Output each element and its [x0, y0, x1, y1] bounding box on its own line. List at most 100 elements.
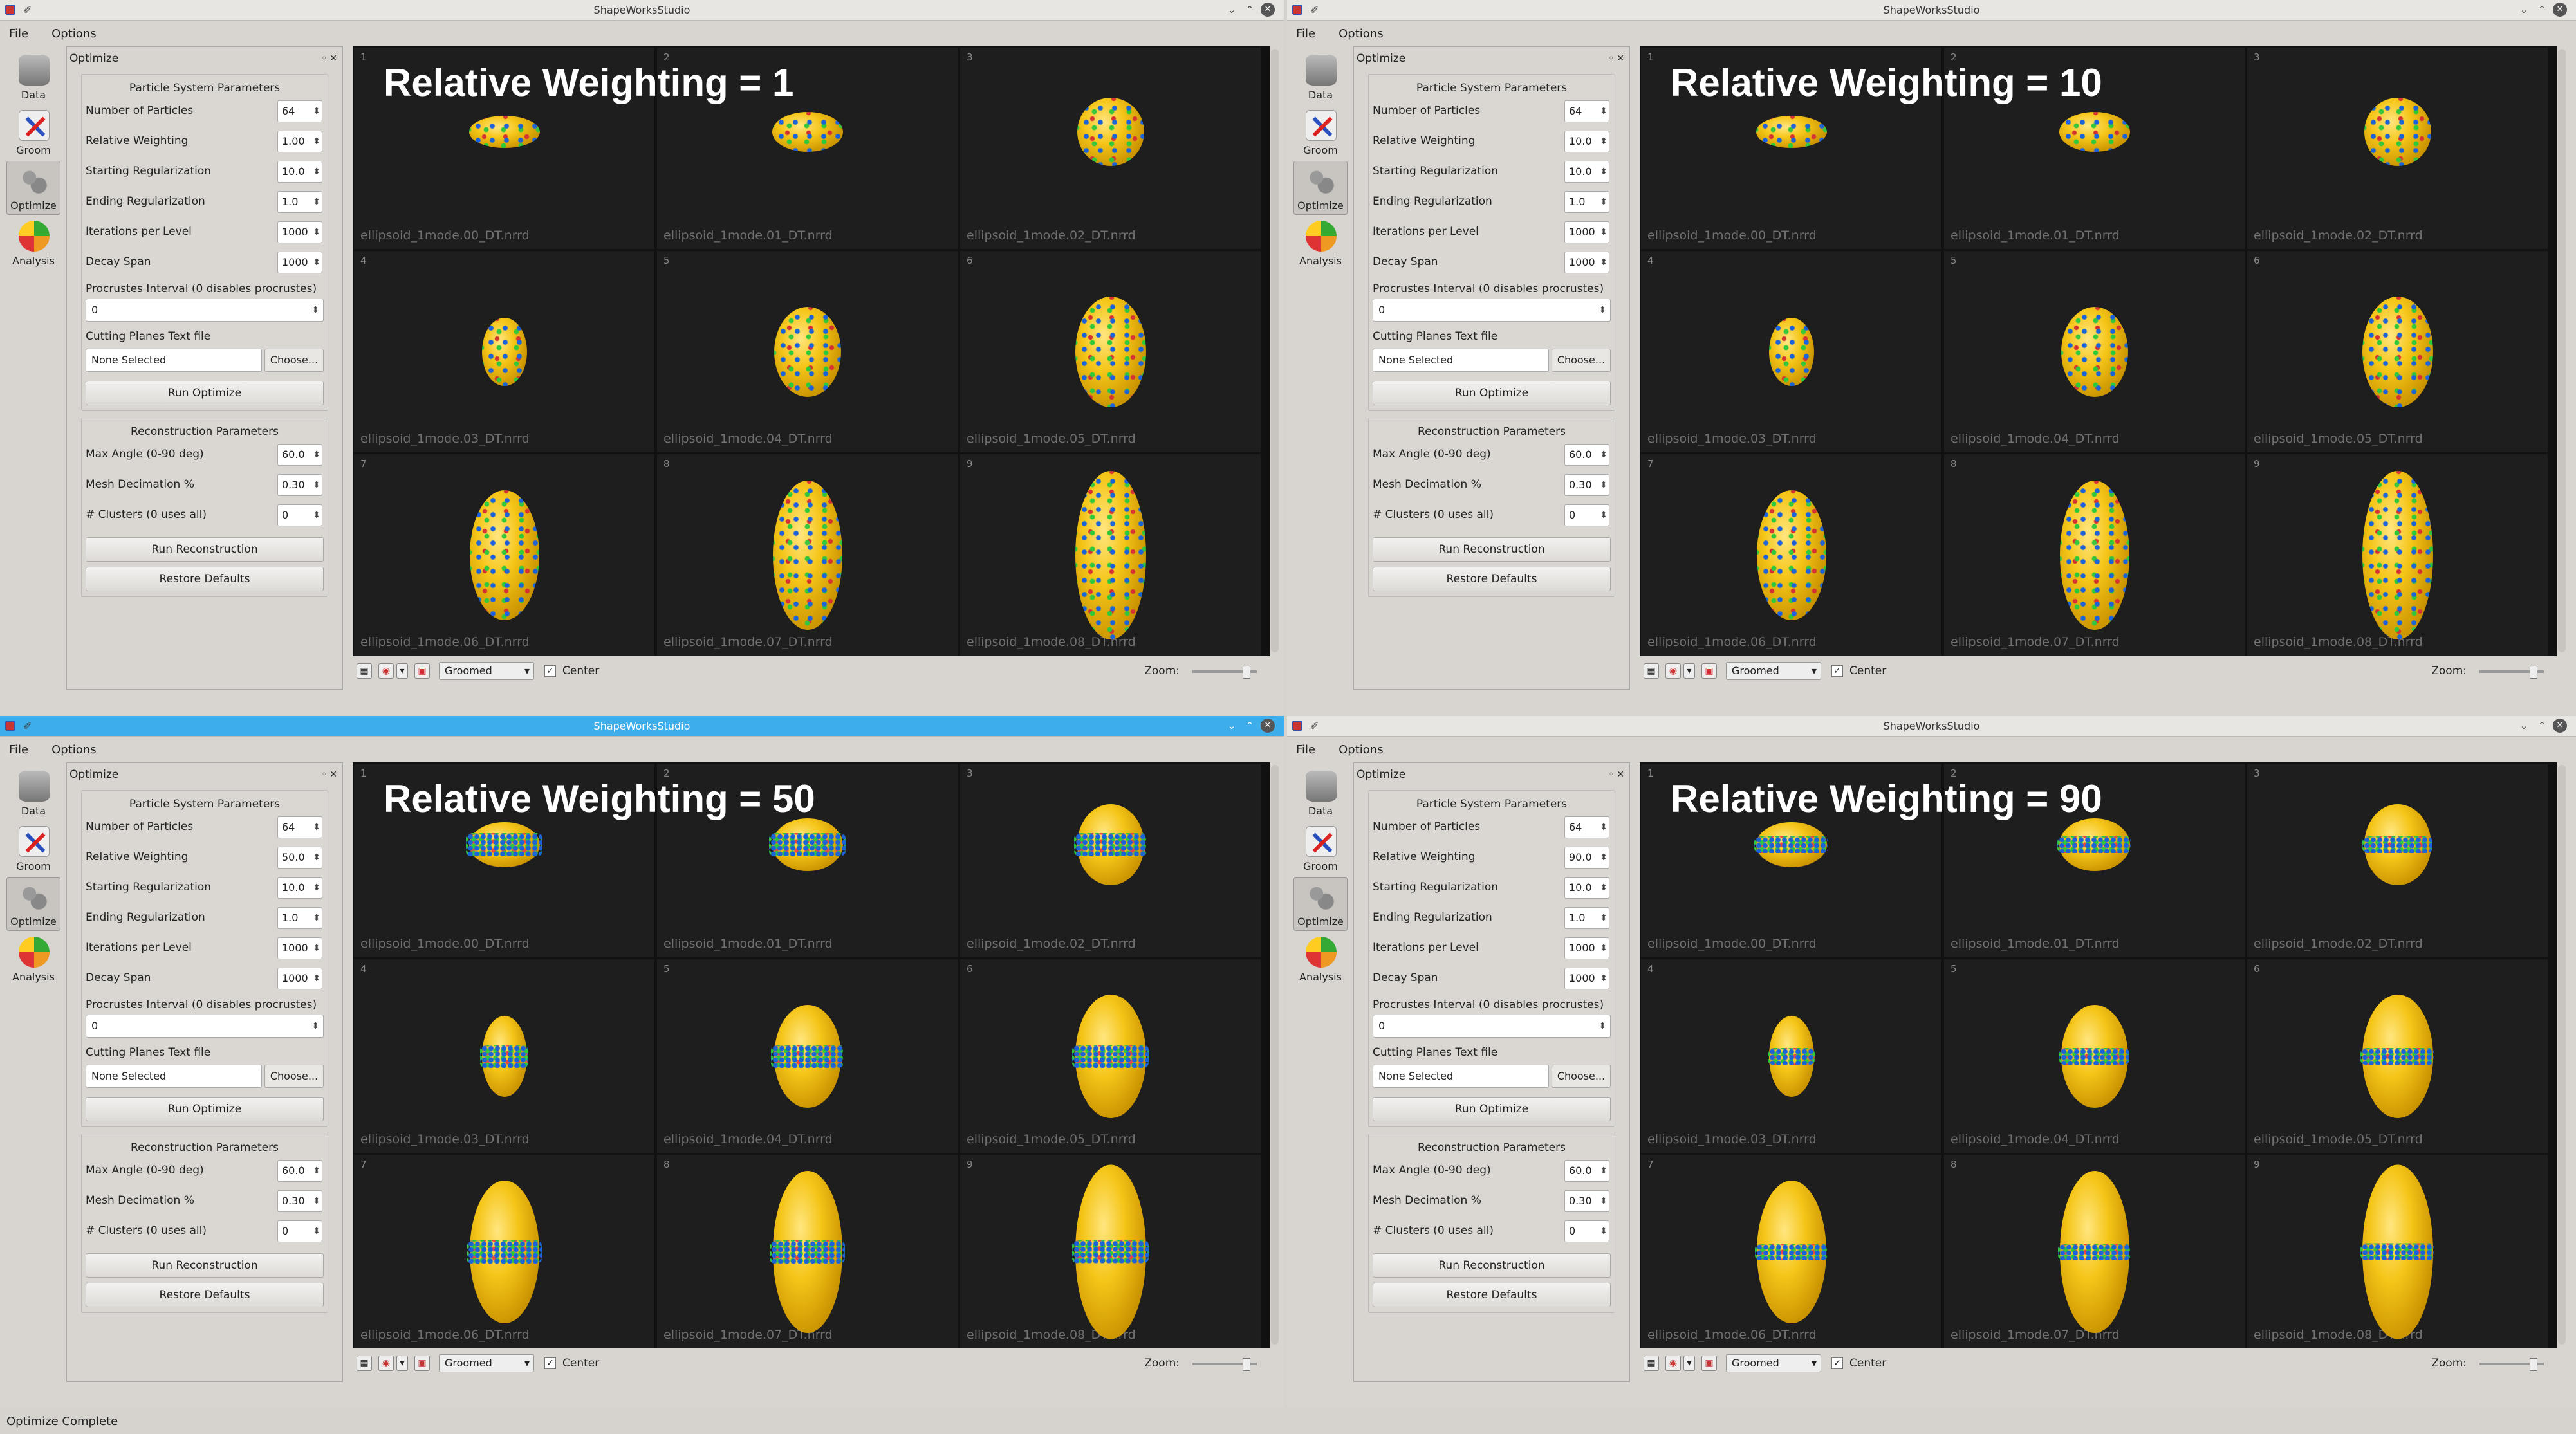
max-angle-spinbox[interactable]: 60.0	[1564, 444, 1609, 466]
run-reconstruction-button[interactable]: Run Reconstruction	[1373, 537, 1611, 562]
run-optimize-button[interactable]: Run Optimize	[86, 381, 324, 405]
shape-viewer[interactable]: 1 ellipsoid_1mode.00_DT.nrrd 2 ellipsoid_1m…	[353, 762, 1270, 1348]
center-checkbox[interactable]: ✓	[544, 665, 556, 677]
close-icon[interactable]: ✕	[1261, 3, 1275, 17]
clusters-spinbox[interactable]: 0	[277, 504, 322, 526]
starting-regularization-spinbox[interactable]: 10.0	[277, 161, 322, 183]
zoom-slider[interactable]	[1192, 666, 1257, 679]
tool-analysis[interactable]: Analysis	[1293, 216, 1348, 270]
center-checkbox[interactable]: ✓	[1831, 1357, 1843, 1369]
tool-analysis[interactable]: Analysis	[1293, 932, 1348, 986]
iterations-spinbox[interactable]: 1000	[1564, 221, 1609, 243]
clusters-spinbox[interactable]: 0	[1564, 504, 1609, 526]
panel-controls[interactable]: ◦ ✕	[1609, 763, 1624, 786]
glyph-color-icon[interactable]: ◉	[378, 1356, 394, 1371]
viewer-cell[interactable]: 4 ellipsoid_1mode.03_DT.nrrd	[1641, 251, 1941, 452]
surface-toggle-icon[interactable]: ▣	[1701, 1356, 1717, 1371]
minimize-icon[interactable]: ⌄	[1225, 719, 1239, 733]
center-checkbox[interactable]: ✓	[1831, 665, 1843, 677]
viewer-scrollbar[interactable]	[1271, 765, 1279, 1345]
panel-controls[interactable]: ◦ ✕	[322, 47, 337, 70]
mesh-decimation-spinbox[interactable]: 0.30	[1564, 474, 1609, 496]
num-particles-spinbox[interactable]: 64	[1564, 100, 1609, 122]
max-angle-spinbox[interactable]: 60.0	[1564, 1160, 1609, 1182]
menu-item-file[interactable]: File	[9, 743, 28, 757]
viewer-cell[interactable]: 6 ellipsoid_1mode.05_DT.nrrd	[960, 959, 1261, 1153]
surface-toggle-icon[interactable]: ▣	[414, 1356, 430, 1371]
surface-toggle-icon[interactable]: ▣	[414, 663, 430, 679]
cutting-planes-file-field[interactable]: None Selected	[86, 349, 262, 372]
zoom-slider[interactable]	[1192, 1358, 1257, 1371]
viewer-scrollbar[interactable]	[2558, 765, 2566, 1345]
viewer-cell[interactable]: 6 ellipsoid_1mode.05_DT.nrrd	[960, 251, 1261, 452]
maximize-icon[interactable]: ⌃	[1243, 719, 1257, 733]
minimize-icon[interactable]: ⌄	[2517, 719, 2531, 733]
cutting-planes-file-field[interactable]: None Selected	[1373, 1065, 1549, 1088]
restore-defaults-button[interactable]: Restore Defaults	[86, 567, 324, 591]
shape-viewer[interactable]: 1 ellipsoid_1mode.00_DT.nrrd 2 ellipsoid_1m…	[1640, 46, 2557, 656]
dropdown-arrow-icon[interactable]: ▾	[1683, 1356, 1695, 1371]
viewer-cell[interactable]: 9 ellipsoid_1mode.08_DT.nrrd	[960, 1155, 1261, 1348]
grid-layout-icon[interactable]: ▦	[357, 663, 372, 679]
menu-item-options[interactable]: Options	[51, 27, 96, 41]
grid-layout-icon[interactable]: ▦	[357, 1356, 372, 1371]
restore-defaults-button[interactable]: Restore Defaults	[1373, 567, 1611, 591]
shape-viewer[interactable]: 1 ellipsoid_1mode.00_DT.nrrd 2 ellipsoid_1m…	[353, 46, 1270, 656]
relative-weighting-spinbox[interactable]: 90.0	[1564, 847, 1609, 869]
panel-controls[interactable]: ◦ ✕	[322, 763, 337, 786]
run-reconstruction-button[interactable]: Run Reconstruction	[1373, 1253, 1611, 1278]
viewer-cell[interactable]: 8 ellipsoid_1mode.07_DT.nrrd	[1944, 454, 2245, 656]
relative-weighting-spinbox[interactable]: 10.0	[1564, 131, 1609, 152]
procrustes-interval-spinbox[interactable]: 0	[86, 1015, 324, 1038]
panel-controls[interactable]: ◦ ✕	[1609, 47, 1624, 70]
tool-data[interactable]: Data	[1293, 766, 1348, 820]
shape-viewer[interactable]: 1 ellipsoid_1mode.00_DT.nrrd 2 ellipsoid_1m…	[1640, 762, 2557, 1348]
ending-regularization-spinbox[interactable]: 1.0	[277, 907, 322, 929]
viewer-cell[interactable]: 4 ellipsoid_1mode.03_DT.nrrd	[354, 251, 654, 452]
viewer-cell[interactable]: 8 ellipsoid_1mode.07_DT.nrrd	[657, 1155, 958, 1348]
display-mode-select[interactable]: Groomed	[439, 662, 534, 680]
glyph-color-icon[interactable]: ◉	[378, 663, 394, 679]
glyph-color-icon[interactable]: ◉	[1665, 1356, 1681, 1371]
maximize-icon[interactable]: ⌃	[1243, 3, 1257, 17]
choose-file-button[interactable]: Choose...	[1552, 349, 1611, 372]
menu-item-file[interactable]: File	[9, 27, 28, 41]
mesh-decimation-spinbox[interactable]: 0.30	[1564, 1190, 1609, 1212]
surface-toggle-icon[interactable]: ▣	[1701, 663, 1717, 679]
title-bar[interactable]: ✐ ShapeWorksStudio ⌄ ⌃ ✕	[0, 0, 1284, 21]
relative-weighting-spinbox[interactable]: 50.0	[277, 847, 322, 869]
dropdown-arrow-icon[interactable]: ▾	[396, 663, 408, 679]
tool-groom[interactable]: Groom	[1293, 106, 1348, 160]
viewer-cell[interactable]: 3 ellipsoid_1mode.02_DT.nrrd	[2247, 764, 2548, 957]
viewer-cell[interactable]: 5 ellipsoid_1mode.04_DT.nrrd	[1944, 251, 2245, 452]
viewer-scrollbar[interactable]	[1271, 49, 1279, 652]
starting-regularization-spinbox[interactable]: 10.0	[277, 877, 322, 899]
dropdown-arrow-icon[interactable]: ▾	[396, 1356, 408, 1371]
decay-span-spinbox[interactable]: 1000	[277, 252, 322, 273]
viewer-cell[interactable]: 9 ellipsoid_1mode.08_DT.nrrd	[2247, 1155, 2548, 1348]
zoom-slider[interactable]	[2479, 666, 2544, 679]
num-particles-spinbox[interactable]: 64	[277, 816, 322, 838]
decay-span-spinbox[interactable]: 1000	[1564, 968, 1609, 989]
num-particles-spinbox[interactable]: 64	[277, 100, 322, 122]
viewer-cell[interactable]: 8 ellipsoid_1mode.07_DT.nrrd	[1944, 1155, 2245, 1348]
zoom-slider[interactable]	[2479, 1358, 2544, 1371]
iterations-spinbox[interactable]: 1000	[1564, 937, 1609, 959]
display-mode-select[interactable]: Groomed	[439, 1354, 534, 1372]
grid-layout-icon[interactable]: ▦	[1644, 663, 1659, 679]
close-icon[interactable]: ✕	[2553, 3, 2567, 17]
minimize-icon[interactable]: ⌄	[2517, 3, 2531, 17]
tool-analysis[interactable]: Analysis	[6, 932, 60, 986]
title-bar[interactable]: ✐ ShapeWorksStudio ⌄ ⌃ ✕	[1287, 716, 2576, 737]
ending-regularization-spinbox[interactable]: 1.0	[277, 191, 322, 213]
restore-defaults-button[interactable]: Restore Defaults	[86, 1283, 324, 1307]
glyph-color-icon[interactable]: ◉	[1665, 663, 1681, 679]
viewer-cell[interactable]: 7 ellipsoid_1mode.06_DT.nrrd	[354, 1155, 654, 1348]
mesh-decimation-spinbox[interactable]: 0.30	[277, 1190, 322, 1212]
clusters-spinbox[interactable]: 0	[1564, 1220, 1609, 1242]
display-mode-select[interactable]: Groomed	[1726, 662, 1821, 680]
mesh-decimation-spinbox[interactable]: 0.30	[277, 474, 322, 496]
run-reconstruction-button[interactable]: Run Reconstruction	[86, 1253, 324, 1278]
procrustes-interval-spinbox[interactable]: 0	[86, 299, 324, 322]
num-particles-spinbox[interactable]: 64	[1564, 816, 1609, 838]
